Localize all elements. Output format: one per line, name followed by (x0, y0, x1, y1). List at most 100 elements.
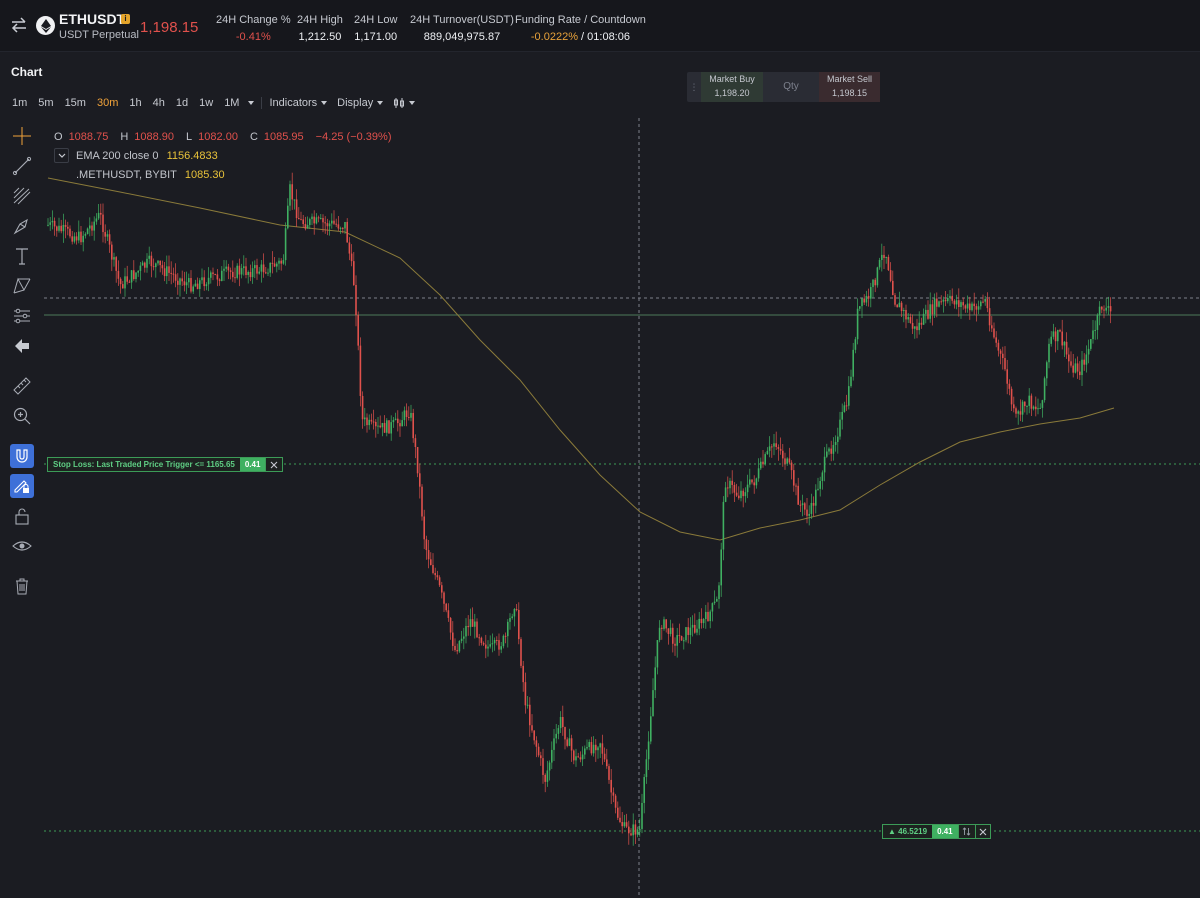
candle-body (115, 257, 117, 271)
candle-body (364, 417, 366, 420)
pattern-tool[interactable] (10, 274, 34, 298)
magnet-tool[interactable] (10, 444, 34, 468)
market-buy-price: 1,198.20 (714, 88, 750, 98)
text-tool[interactable] (10, 244, 34, 268)
candle-body (155, 263, 157, 268)
position-label[interactable]: ▲ 46.5219 0.41 (882, 824, 991, 839)
candle-body (368, 419, 370, 426)
candle-body (742, 490, 744, 497)
candle-body (221, 270, 223, 281)
candle-body (663, 619, 665, 629)
fib-icon (13, 187, 31, 205)
candle-body (379, 425, 381, 428)
unlock-tool[interactable] (10, 504, 34, 528)
candle-body (480, 637, 483, 643)
market-buy-button[interactable]: Market Buy 1,198.20 (701, 72, 763, 102)
candle-body (936, 298, 938, 307)
candle-body (372, 421, 375, 423)
candle-body (727, 487, 729, 489)
candle-body (694, 624, 696, 633)
candle-body (949, 295, 951, 298)
candle-body (1013, 404, 1015, 409)
candle-body (643, 777, 645, 803)
reverse-position-button[interactable] (957, 825, 975, 838)
low-key: L (186, 130, 193, 143)
stop-loss-close-button[interactable] (265, 458, 282, 471)
crosshair-tool[interactable] (10, 124, 34, 148)
candle-body (75, 236, 78, 241)
brush-tool[interactable] (10, 214, 34, 238)
candle-body (641, 802, 643, 829)
candle-body (548, 762, 551, 771)
open-key: O (54, 130, 63, 143)
candle-body (621, 822, 623, 827)
candle-body (788, 458, 791, 463)
candle-body (1043, 378, 1046, 401)
candle-body (496, 639, 498, 641)
candle-body (590, 742, 593, 754)
candle-body (755, 478, 758, 486)
candle-body (311, 216, 313, 220)
candle-body (575, 756, 577, 761)
candle-body (1002, 353, 1004, 359)
candle-body (84, 233, 87, 236)
candle-body (1039, 407, 1041, 409)
collapse-indicators-button[interactable] (54, 148, 69, 163)
candle-body (67, 226, 69, 229)
candle-body (874, 279, 876, 286)
candle-body (383, 423, 386, 433)
market-sell-button[interactable]: Market Sell 1,198.15 (819, 72, 880, 102)
delete-tool[interactable] (10, 574, 34, 598)
candle-body (1087, 348, 1090, 355)
mark-value: 1085.30 (184, 168, 225, 181)
candle-body (584, 748, 586, 755)
trendline-tool[interactable] (10, 154, 34, 178)
visibility-tool[interactable] (10, 534, 34, 558)
mark-name[interactable]: .METHUSDT, BYBIT (76, 169, 177, 181)
candle-body (509, 617, 511, 622)
candle-body (753, 482, 755, 486)
candle-body (806, 509, 808, 516)
candle-body (166, 266, 168, 277)
candle-body (749, 479, 751, 485)
candle-body (977, 306, 980, 310)
high-key: H (120, 130, 129, 143)
candle-body (533, 730, 535, 741)
drag-handle-icon[interactable]: ⋮ (687, 72, 701, 102)
candle-body (511, 616, 513, 618)
candle-body (515, 609, 518, 611)
ema-name[interactable]: EMA 200 close 0 (76, 150, 159, 162)
candle-body (544, 774, 546, 782)
back-tool[interactable] (10, 334, 34, 358)
candle-body (707, 611, 709, 622)
candle-body (337, 224, 340, 229)
candle-body (672, 627, 674, 644)
candle-body (447, 610, 450, 618)
candle-body (790, 462, 793, 471)
candle-body (245, 266, 247, 275)
candle-body (947, 297, 949, 302)
close-position-button[interactable] (974, 825, 990, 838)
candle-body (1032, 406, 1035, 409)
candle-body (243, 266, 245, 269)
zoom-tool[interactable] (10, 404, 34, 428)
candle-body (320, 217, 322, 219)
candle-body (848, 386, 850, 406)
candle-body (984, 299, 986, 302)
measure-tool[interactable] (10, 304, 34, 328)
market-buy-label: Market Buy (709, 74, 755, 84)
lock-drawing-tool[interactable] (10, 474, 34, 498)
candle-body (850, 376, 852, 387)
candle-body (819, 480, 821, 489)
candle-body (716, 598, 718, 602)
candle-body (498, 640, 500, 650)
stop-loss-label[interactable]: Stop Loss: Last Traded Price Trigger <= … (47, 457, 284, 472)
fib-tool[interactable] (10, 184, 34, 208)
ruler-tool[interactable] (10, 374, 34, 398)
candle-body (852, 349, 854, 377)
candle-body (905, 309, 907, 320)
candle-body (452, 632, 454, 646)
qty-input[interactable]: Qty (763, 72, 819, 102)
candle-body (1057, 329, 1059, 342)
candle-body (491, 643, 494, 645)
